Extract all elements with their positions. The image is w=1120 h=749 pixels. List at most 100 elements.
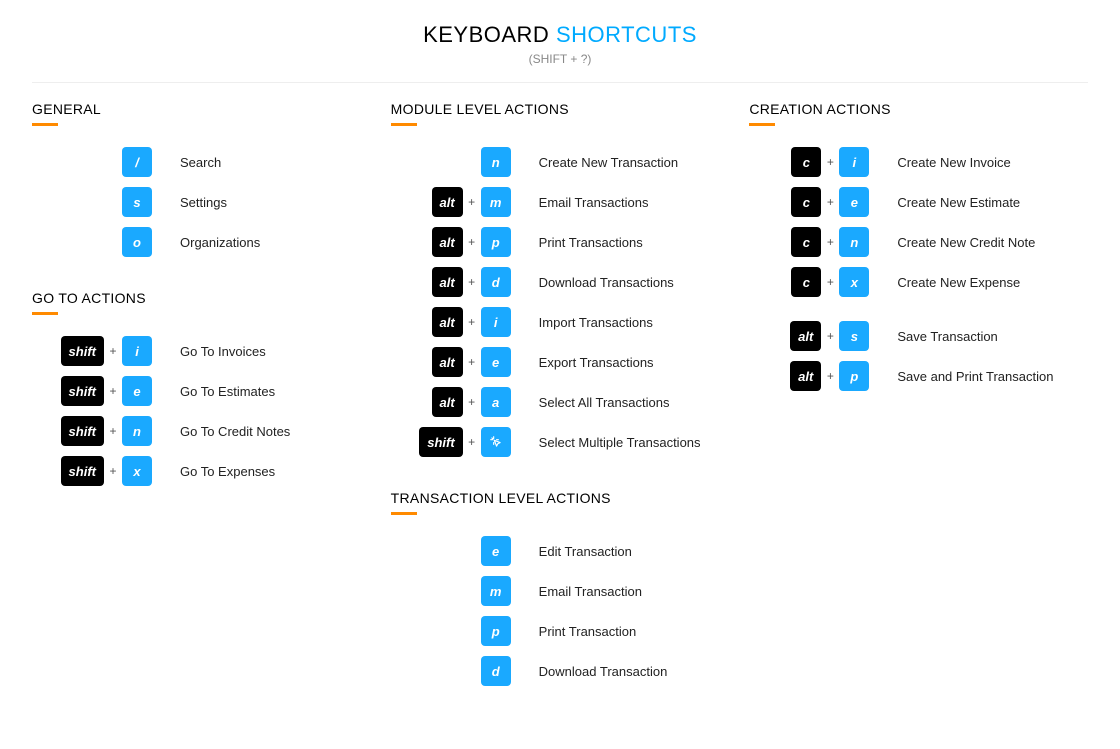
section-title-module: MODULE LEVEL ACTIONS xyxy=(391,101,730,117)
plus-icon: + xyxy=(821,235,839,249)
key-combo: alt + p xyxy=(391,227,511,257)
key-combo: alt + p xyxy=(749,361,869,391)
plus-icon: + xyxy=(463,395,481,409)
shortcut-label: Create New Transaction xyxy=(539,155,678,170)
key-d: d xyxy=(481,656,511,686)
key-combo: c + n xyxy=(749,227,869,257)
shortcut-row: alt + m Email Transactions xyxy=(391,182,730,222)
shortcut-label: Email Transactions xyxy=(539,195,649,210)
key-i: i xyxy=(481,307,511,337)
section-underline xyxy=(391,512,417,515)
shortcut-row: alt + a Select All Transactions xyxy=(391,382,730,422)
key-alt: alt xyxy=(432,267,463,297)
shortcuts-page: KEYBOARD SHORTCUTS (SHIFT + ?) GENERAL /… xyxy=(0,0,1120,749)
key-combo: c + i xyxy=(749,147,869,177)
key-shift: shift xyxy=(61,376,104,406)
key-combo: e xyxy=(391,536,511,566)
page-header: KEYBOARD SHORTCUTS (SHIFT + ?) xyxy=(32,22,1088,66)
key-c: c xyxy=(791,267,821,297)
plus-icon: + xyxy=(463,315,481,329)
shortcut-row: alt + p Save and Print Transaction xyxy=(749,356,1088,396)
click-icon xyxy=(481,427,511,457)
columns: GENERAL / Search s Settings o xyxy=(32,101,1088,719)
shortcut-label: Go To Expenses xyxy=(180,464,275,479)
section-creation: CREATION ACTIONS c + i Create New Invoic… xyxy=(749,101,1088,396)
key-combo: c + e xyxy=(749,187,869,217)
key-combo: s xyxy=(32,187,152,217)
spacer xyxy=(749,302,1088,316)
shortcut-row: shift + i Go To Invoices xyxy=(32,331,371,371)
key-n: n xyxy=(122,416,152,446)
page-title: KEYBOARD SHORTCUTS xyxy=(32,22,1088,48)
key-i: i xyxy=(839,147,869,177)
shortcut-label: Go To Estimates xyxy=(180,384,275,399)
key-combo: alt + m xyxy=(391,187,511,217)
plus-icon: + xyxy=(463,275,481,289)
key-combo: shift + e xyxy=(32,376,152,406)
shortcut-row: alt + e Export Transactions xyxy=(391,342,730,382)
key-n: n xyxy=(481,147,511,177)
shortcut-row: c + n Create New Credit Note xyxy=(749,222,1088,262)
section-underline xyxy=(32,123,58,126)
key-shift: shift xyxy=(419,427,462,457)
shortcut-label: Print Transactions xyxy=(539,235,643,250)
shortcut-row: alt + s Save Transaction xyxy=(749,316,1088,356)
section-underline xyxy=(32,312,58,315)
section-title-creation: CREATION ACTIONS xyxy=(749,101,1088,117)
key-combo: n xyxy=(391,147,511,177)
key-a: a xyxy=(481,387,511,417)
key-alt: alt xyxy=(432,387,463,417)
key-m: m xyxy=(481,187,511,217)
plus-icon: + xyxy=(463,355,481,369)
shortcut-row: c + i Create New Invoice xyxy=(749,142,1088,182)
key-x: x xyxy=(839,267,869,297)
key-c: c xyxy=(791,147,821,177)
key-x: x xyxy=(122,456,152,486)
shortcut-label: Select All Transactions xyxy=(539,395,670,410)
plus-icon: + xyxy=(104,344,122,358)
key-combo: m xyxy=(391,576,511,606)
shortcut-row: alt + d Download Transactions xyxy=(391,262,730,302)
key-m: m xyxy=(481,576,511,606)
key-combo: alt + d xyxy=(391,267,511,297)
key-slash: / xyxy=(122,147,152,177)
shortcut-label: Print Transaction xyxy=(539,624,637,639)
shortcut-row: e Edit Transaction xyxy=(391,531,730,571)
section-title-transaction: TRANSACTION LEVEL ACTIONS xyxy=(391,490,730,506)
section-title-general: GENERAL xyxy=(32,101,371,117)
shortcut-row: o Organizations xyxy=(32,222,371,262)
shortcut-row: c + x Create New Expense xyxy=(749,262,1088,302)
key-alt: alt xyxy=(432,187,463,217)
title-plain: KEYBOARD xyxy=(423,22,556,47)
shortcut-label: Export Transactions xyxy=(539,355,654,370)
key-shift: shift xyxy=(61,456,104,486)
plus-icon: + xyxy=(821,195,839,209)
title-accent: SHORTCUTS xyxy=(556,22,697,47)
key-alt: alt xyxy=(432,347,463,377)
shortcut-row: n Create New Transaction xyxy=(391,142,730,182)
page-subtitle: (SHIFT + ?) xyxy=(32,52,1088,66)
key-e: e xyxy=(122,376,152,406)
key-alt: alt xyxy=(432,227,463,257)
key-s: s xyxy=(122,187,152,217)
shortcut-label: Settings xyxy=(180,195,227,210)
key-d: d xyxy=(481,267,511,297)
plus-icon: + xyxy=(463,235,481,249)
key-combo: alt + i xyxy=(391,307,511,337)
column-3: CREATION ACTIONS c + i Create New Invoic… xyxy=(749,101,1088,719)
key-e: e xyxy=(481,536,511,566)
shortcut-row: / Search xyxy=(32,142,371,182)
column-2: MODULE LEVEL ACTIONS n Create New Transa… xyxy=(391,101,730,719)
key-combo: c + x xyxy=(749,267,869,297)
key-combo: shift + i xyxy=(32,336,152,366)
key-combo: p xyxy=(391,616,511,646)
key-p: p xyxy=(481,227,511,257)
header-divider xyxy=(32,82,1088,83)
key-combo: alt + a xyxy=(391,387,511,417)
key-combo: shift + x xyxy=(32,456,152,486)
key-o: o xyxy=(122,227,152,257)
shortcut-label: Create New Invoice xyxy=(897,155,1010,170)
key-p: p xyxy=(839,361,869,391)
shortcut-label: Go To Invoices xyxy=(180,344,266,359)
shortcut-row: c + e Create New Estimate xyxy=(749,182,1088,222)
